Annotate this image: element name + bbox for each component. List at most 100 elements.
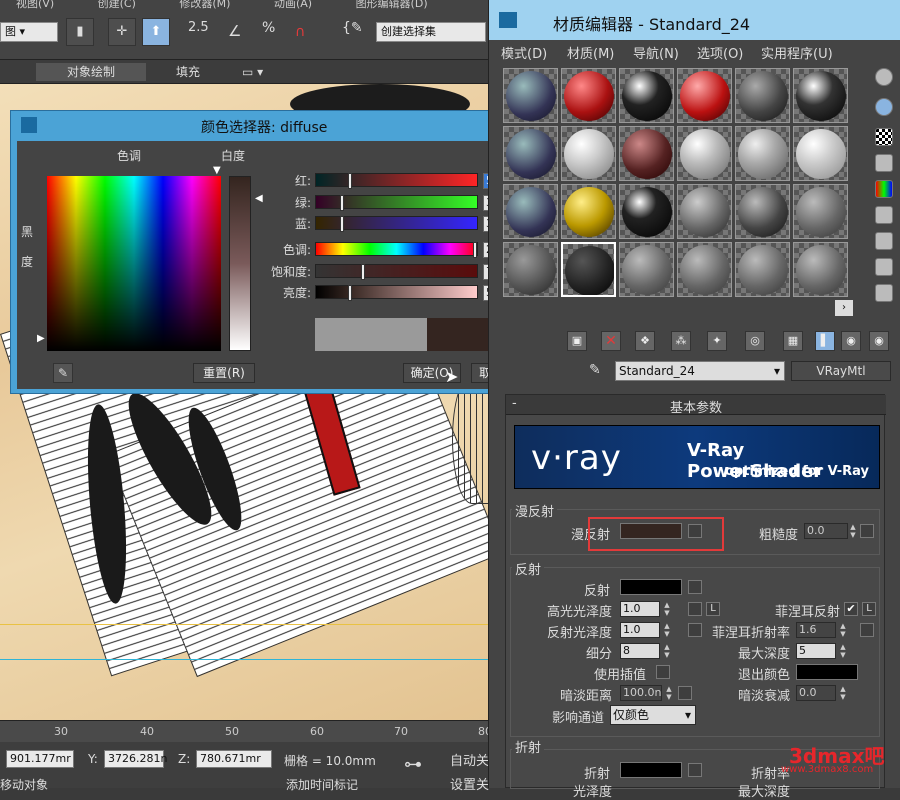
go-sibling-icon[interactable]: ◉ [869, 331, 889, 351]
y-coord-field[interactable]: 3726.281n [104, 750, 167, 768]
timeline[interactable]: 30 40 50 60 70 80 [0, 720, 492, 742]
sample-slot[interactable] [561, 242, 616, 297]
spinner-snap-icon[interactable]: ∩ [295, 24, 305, 40]
go-parent-icon[interactable]: ◉ [841, 331, 861, 351]
refl-gloss-field[interactable]: 1.0 [620, 622, 660, 638]
show-end-result-icon[interactable]: ▌ [815, 331, 835, 351]
options-icon[interactable] [875, 232, 893, 250]
fresnel-checkbox[interactable]: ✔ [844, 602, 858, 616]
sample-slot[interactable] [793, 242, 848, 297]
angle-snap-label[interactable]: 2.5 [188, 20, 209, 35]
max-depth-field[interactable]: 5 [796, 643, 836, 659]
sample-slot[interactable] [793, 184, 848, 239]
material-name-field[interactable]: Standard_24 ▾ [615, 361, 785, 381]
red-slider[interactable] [315, 173, 478, 189]
hue-blackness-spectrum[interactable] [47, 176, 221, 351]
sample-slot[interactable] [735, 242, 790, 297]
use-interp-checkbox[interactable] [656, 665, 670, 679]
sample-type-icon[interactable] [875, 68, 893, 86]
fresnel-ior-field[interactable]: 1.6 [796, 622, 836, 638]
add-time-tag[interactable]: 添加时间标记 [286, 776, 358, 793]
dim-falloff-field[interactable]: 0.0 [796, 685, 836, 701]
fresnel-lock-button[interactable]: L [862, 602, 876, 616]
saturation-slider-thumb[interactable] [361, 264, 365, 280]
sample-slot[interactable] [677, 242, 732, 297]
roughness-map-button[interactable] [860, 524, 874, 538]
tab-fill[interactable]: 填充 [166, 63, 210, 81]
menu-utilities[interactable]: 实用程序(U) [761, 43, 833, 62]
affect-channels-select[interactable]: 仅颜色 ▾ [610, 705, 696, 725]
delete-icon[interactable]: ✕ [601, 331, 621, 351]
x-coord-field[interactable]: 901.177mr [6, 750, 74, 768]
select-filter-icon[interactable]: ▮ [66, 18, 94, 46]
menu-graph-editors[interactable]: 图形编辑器(D) [356, 0, 428, 9]
sample-slot[interactable] [619, 68, 674, 123]
hilight-lock-button[interactable]: L [706, 602, 720, 616]
copy-material-icon[interactable]: ❖ [635, 331, 655, 351]
max-depth-spinner[interactable]: ▲ ▼ [838, 643, 848, 659]
material-navigator-icon[interactable] [875, 284, 893, 302]
blue-slider-thumb[interactable] [340, 216, 344, 232]
sample-slot[interactable] [677, 126, 732, 181]
roughness-field[interactable]: 0.0 [804, 523, 848, 539]
angle-snap-icon[interactable]: ∠ [228, 22, 241, 40]
reflect-map-button[interactable] [688, 580, 702, 594]
sample-slot[interactable] [619, 242, 674, 297]
sample-slot[interactable] [677, 184, 732, 239]
red-slider-thumb[interactable] [348, 173, 352, 189]
make-preview-icon[interactable] [875, 206, 893, 224]
menu-modifiers[interactable]: 修改器(M) [179, 0, 230, 9]
refl-gloss-spinner[interactable]: ▲ ▼ [662, 622, 672, 638]
whiteness-bar[interactable] [229, 176, 251, 351]
dim-distance-spinner[interactable]: ▲ ▼ [664, 685, 674, 701]
hilight-gloss-spinner[interactable]: ▲ ▼ [662, 601, 672, 617]
subdivs-field[interactable]: 8 [620, 643, 660, 659]
menu-animation[interactable]: 动画(A) [274, 0, 312, 9]
auto-key-button[interactable]: 自动关 [450, 750, 489, 769]
put-library-icon[interactable]: ✦ [707, 331, 727, 351]
menu-material[interactable]: 材质(M) [567, 43, 614, 62]
material-id-icon[interactable]: ◎ [745, 331, 765, 351]
reset-button[interactable]: 重置(R) [193, 363, 255, 383]
sample-slot[interactable] [561, 68, 616, 123]
hue-slider[interactable] [315, 242, 478, 258]
menu-modes[interactable]: 模式(D) [501, 43, 547, 62]
show-map-icon[interactable]: ▦ [783, 331, 803, 351]
hue-slider-thumb[interactable] [473, 242, 477, 258]
dialog-titlebar[interactable]: 颜色选择器: diffuse ✕ [11, 111, 547, 141]
named-selection-icon[interactable]: {✎ [342, 20, 363, 36]
menu-view[interactable]: 视图(V) [16, 0, 54, 9]
sample-slot[interactable] [619, 184, 674, 239]
hilight-gloss-map-button[interactable] [688, 602, 702, 616]
sample-slot[interactable] [503, 242, 558, 297]
make-unique-icon[interactable]: ⁂ [671, 331, 691, 351]
sample-slot[interactable] [735, 184, 790, 239]
sample-slot[interactable] [619, 126, 674, 181]
sample-slot[interactable] [503, 68, 558, 123]
sample-slot[interactable] [793, 68, 848, 123]
named-selection-combo[interactable]: 创建选择集 [376, 22, 486, 42]
ribbon-options-icon[interactable]: ▭ ▾ [232, 63, 273, 81]
exit-color-swatch[interactable] [796, 664, 858, 680]
menu-create[interactable]: 创建(C) [98, 0, 136, 9]
green-slider[interactable] [315, 195, 478, 211]
roughness-spinner[interactable]: ▲ ▼ [848, 523, 858, 539]
original-color-swatch[interactable] [315, 318, 427, 351]
dim-falloff-spinner[interactable]: ▲ ▼ [838, 685, 848, 701]
sample-slot[interactable] [735, 68, 790, 123]
saturation-slider[interactable] [315, 264, 478, 280]
background-icon[interactable] [875, 128, 893, 146]
sample-slot[interactable] [503, 126, 558, 181]
eyedropper-icon[interactable]: ✎ [53, 363, 73, 383]
dim-distance-field[interactable]: 100.0n [620, 685, 662, 701]
material-editor-titlebar[interactable]: 材质编辑器 - Standard_24 [489, 0, 900, 40]
value-slider-thumb[interactable] [348, 285, 352, 301]
blackness-pointer-icon[interactable]: ▶ [37, 333, 45, 344]
green-slider-thumb[interactable] [340, 195, 344, 211]
sample-slot[interactable] [677, 68, 732, 123]
set-key-button[interactable]: 设置关 [450, 774, 489, 793]
menu-options[interactable]: 选项(O) [697, 43, 743, 62]
blue-slider[interactable] [315, 216, 478, 232]
fresnel-ior-spinner[interactable]: ▲ ▼ [838, 622, 848, 638]
sample-slot[interactable] [503, 184, 558, 239]
